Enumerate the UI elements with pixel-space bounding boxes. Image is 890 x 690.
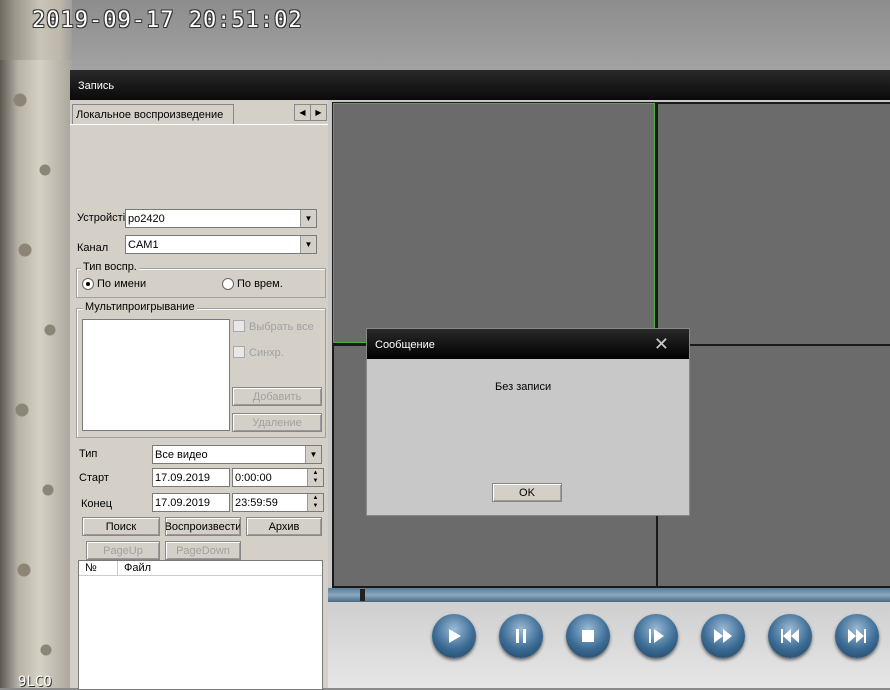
message-dialog: Сообщение ✕ Без записи OK [366, 328, 690, 516]
progress-handle[interactable] [360, 589, 365, 601]
channel-select[interactable]: CAM1 ▼ [125, 235, 317, 254]
by-name-label: По имени [97, 278, 147, 290]
window-titlebar: Запись [70, 70, 890, 100]
chevron-down-icon: ▼ [300, 236, 316, 253]
end-date-field[interactable]: 17.09.2019 [152, 493, 230, 512]
select-all-label: Выбрать все [249, 321, 314, 333]
type-label: Тип [79, 448, 98, 460]
step-forward-icon[interactable] [634, 614, 678, 658]
playback-progress-bar[interactable] [328, 588, 890, 602]
fast-forward-icon[interactable] [701, 614, 745, 658]
tab-local-playback[interactable]: Локальное воспроизведение [72, 104, 234, 125]
end-label: Конец [81, 498, 113, 510]
select-all-checkbox[interactable] [233, 320, 245, 332]
by-time-label: По врем. [237, 278, 283, 290]
start-time-field[interactable]: 0:00:00 ▲ ▼ [232, 468, 324, 487]
channel-value: CAM1 [128, 239, 159, 251]
dialog-title: Сообщение [375, 339, 435, 351]
add-button[interactable]: Добавить [232, 387, 322, 406]
window-title: Запись [78, 80, 115, 92]
arrow-right-icon[interactable]: ▶ [310, 104, 327, 121]
play-icon[interactable] [432, 614, 476, 658]
stop-icon[interactable] [566, 614, 610, 658]
ok-button[interactable]: OK [492, 483, 562, 502]
tab-label: Локальное воспроизведение [76, 109, 224, 121]
time-spinner[interactable]: ▲ ▼ [307, 494, 323, 511]
start-label: Старт [79, 472, 109, 484]
radio-by-name[interactable] [82, 278, 94, 290]
device-select[interactable]: po2420 ▼ [125, 209, 317, 228]
delete-button[interactable]: Удаление [232, 413, 322, 432]
playback-type-title: Тип воспр. [81, 261, 139, 273]
device-label: Устройсті [77, 212, 126, 224]
playback-controls [328, 602, 890, 688]
video-cell-2[interactable] [658, 104, 890, 344]
play-button[interactable]: Воспроизвести [165, 517, 241, 536]
start-date-field[interactable]: 17.09.2019 [152, 468, 230, 487]
pageup-button[interactable]: PageUp [86, 541, 160, 560]
close-icon[interactable]: ✕ [654, 335, 669, 353]
radio-by-time[interactable] [222, 278, 234, 290]
channel-label: Канал [77, 242, 109, 254]
pagedown-button[interactable]: PageDown [165, 541, 241, 560]
skip-forward-icon[interactable] [835, 614, 879, 658]
start-date-value: 17.09.2019 [155, 472, 211, 484]
multiplay-title: Мультипроигрывание [83, 301, 197, 313]
device-value: po2420 [128, 213, 165, 225]
skip-back-icon[interactable] [768, 614, 812, 658]
archive-button[interactable]: Архив [246, 517, 322, 536]
type-value: Все видео [155, 449, 208, 461]
arrow-left-icon[interactable]: ◀ [294, 104, 311, 121]
search-button[interactable]: Поиск [82, 517, 160, 536]
end-time-field[interactable]: 23:59:59 ▲ ▼ [232, 493, 324, 512]
multiplay-group: Мультипроигрывание Выбрать все Синхр. До… [76, 301, 326, 438]
dialog-message: Без записи [495, 381, 552, 393]
chevron-down-icon: ▼ [300, 210, 316, 227]
left-panel: Локальное воспроизведение ◀ ▶ Устройсті … [70, 100, 328, 690]
multiplay-list[interactable] [82, 319, 230, 431]
pause-icon[interactable] [499, 614, 543, 658]
type-select[interactable]: Все видео ▼ [152, 445, 322, 464]
video-cell-1[interactable] [333, 103, 655, 343]
camera-timestamp: 2019-09-17 20:51:02 [32, 8, 303, 33]
dialog-titlebar: Сообщение ✕ [367, 329, 689, 359]
tab-scroll-arrows: ◀ ▶ [294, 104, 328, 121]
playback-type-group: Тип воспр. По имени По врем. [76, 261, 326, 298]
video-cell-4[interactable] [658, 346, 890, 586]
wallpaper-wall [0, 60, 72, 688]
column-file: Файл [124, 562, 152, 574]
end-time-value: 23:59:59 [235, 497, 278, 509]
time-spinner[interactable]: ▲ ▼ [307, 469, 323, 486]
column-number: № [85, 562, 97, 574]
end-date-value: 17.09.2019 [155, 497, 211, 509]
start-time-value: 0:00:00 [235, 472, 272, 484]
sync-checkbox[interactable] [233, 346, 245, 358]
file-list-header: № Файл [79, 561, 322, 576]
chevron-down-icon: ▼ [305, 446, 321, 463]
file-list[interactable]: № Файл [78, 560, 323, 690]
sync-label: Синхр. [249, 347, 284, 359]
